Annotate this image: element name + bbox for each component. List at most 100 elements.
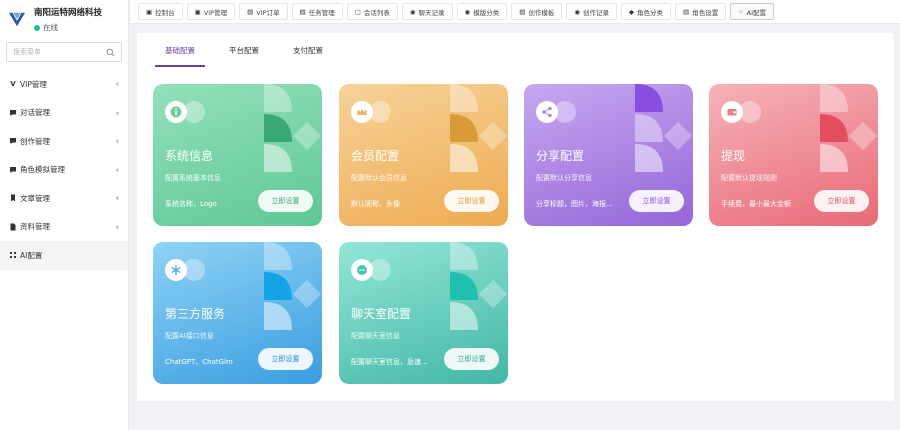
- sidebar-item-ai-config[interactable]: AI配置: [0, 241, 128, 270]
- card-description: 配置默认会员信息: [351, 174, 407, 182]
- card-description: 配置AI接口信息: [165, 332, 214, 340]
- icon-halo: [554, 101, 576, 123]
- icon-halo: [183, 259, 205, 281]
- tab-dashboard[interactable]: ▣ 控制台: [138, 3, 183, 20]
- setup-button[interactable]: 立即设置: [258, 190, 313, 212]
- search-icon[interactable]: [106, 48, 115, 57]
- settings-icon: ⁘: [738, 7, 744, 16]
- tab-creation-templates[interactable]: ▤ 创作模板: [511, 3, 563, 20]
- tab-label: 角色分类: [637, 8, 664, 17]
- chat-icon: [9, 137, 17, 145]
- sidebar-item-role[interactable]: 角色模拟管理 ‹: [0, 156, 128, 185]
- subtab-platform[interactable]: 平台配置: [219, 45, 269, 67]
- subtab-payment[interactable]: 支付配置: [283, 45, 333, 67]
- online-status: 在线: [34, 22, 102, 33]
- tab-role-categories[interactable]: ◆ 角色分类: [621, 3, 672, 20]
- card-detail: 默认昵称，头像: [351, 200, 400, 208]
- sidebar-item-vip[interactable]: V VIP管理 ‹: [0, 70, 128, 99]
- card-share-config: 分享配置 配置默认分享信息 分享标题，图片，海报... 立即设置: [524, 84, 693, 226]
- vip-icon: ▣: [194, 7, 201, 16]
- sidebar-item-label: 角色模拟管理: [20, 165, 65, 175]
- document-icon: ▢: [354, 7, 361, 16]
- sidebar-item-label: 文章管理: [20, 193, 50, 203]
- card-detail: ChatGPT、ChatGlm: [165, 358, 233, 366]
- icon-halo: [369, 101, 391, 123]
- card-title: 分享配置: [536, 149, 585, 163]
- sidebar: 南阳运特网络科技 在线 V VIP管理 ‹ 对话管理 ‹ 创作管理 ‹: [0, 0, 129, 430]
- online-status-label: 在线: [43, 23, 58, 32]
- sidebar-item-articles[interactable]: 文章管理 ‹: [0, 184, 128, 213]
- dashboard-icon: ▣: [146, 7, 153, 16]
- search-input[interactable]: [13, 48, 106, 56]
- card-detail: 手续费，最小最大金额: [721, 200, 791, 208]
- tab-ai-config[interactable]: ⁘ AI配置: [730, 3, 775, 20]
- tab-label: 模版分类: [473, 8, 500, 17]
- subtab-basic[interactable]: 基础配置: [155, 45, 205, 67]
- chat-icon: [9, 109, 17, 117]
- sidebar-item-materials[interactable]: 资料管理 ‹: [0, 213, 128, 242]
- card-title: 聊天室配置: [351, 307, 412, 321]
- config-subtabs: 基础配置 平台配置 支付配置: [155, 45, 347, 67]
- decoration-shapes: [264, 84, 322, 172]
- tab-label: 控制台: [155, 8, 175, 17]
- tag-icon: ◆: [629, 7, 635, 16]
- sidebar-item-creation[interactable]: 创作管理 ‹: [0, 127, 128, 156]
- document-icon: ▤: [683, 7, 690, 16]
- decoration-shapes: [450, 242, 508, 330]
- sidebar-item-label: 资料管理: [20, 222, 50, 232]
- icon-halo: [369, 259, 391, 281]
- tab-vip-orders[interactable]: ▤ VIP订单: [239, 3, 288, 20]
- tab-vip[interactable]: ▣ VIP管理: [186, 3, 236, 20]
- tab-creation-records[interactable]: ◉ 创作记录: [566, 3, 618, 20]
- chat-icon: ◉: [574, 7, 581, 16]
- settings-icon: [9, 251, 17, 259]
- chevron-left-icon: ‹: [115, 222, 119, 232]
- tab-template-categories[interactable]: ◉ 模版分类: [456, 3, 508, 20]
- card-title: 提现: [721, 149, 746, 163]
- card-member-config: 会员配置 配置默认会员信息 默认昵称，头像 立即设置: [339, 84, 508, 226]
- document-icon: ▤: [299, 7, 306, 16]
- chat-icon: ◉: [464, 7, 471, 16]
- tab-tasks[interactable]: ▤ 任务管理: [291, 3, 343, 20]
- tab-role-settings[interactable]: ▤ 角色设置: [675, 3, 727, 20]
- card-title: 系统信息: [165, 149, 214, 163]
- tab-label: VIP管理: [203, 8, 228, 17]
- brand-name: 南阳运特网络科技: [34, 8, 103, 18]
- tab-sessions[interactable]: ▢ 会话列表: [346, 3, 398, 20]
- tab-bar: ▣ 控制台 ▣ VIP管理 ▤ VIP订单 ▤ 任务管理 ▢ 会话列表 ◉ 聊天记录 ◉ 模版…: [130, 0, 900, 24]
- setup-button[interactable]: 立即设置: [444, 190, 499, 212]
- card-title: 会员配置: [351, 149, 400, 163]
- card-detail: 分享标题，图片，海报...: [536, 200, 613, 208]
- card-description: 配置聊天室信息: [351, 332, 400, 340]
- setup-button[interactable]: 立即设置: [258, 348, 313, 370]
- chevron-left-icon: ‹: [115, 108, 119, 118]
- document-icon: ▤: [247, 7, 254, 16]
- decoration-shapes: [635, 84, 693, 172]
- card-description: 配置系统基本信息: [165, 174, 221, 182]
- sidebar-item-label: AI配置: [20, 250, 43, 260]
- sidebar-item-chat[interactable]: 对话管理 ‹: [0, 99, 128, 128]
- logo-icon: [8, 12, 26, 27]
- setup-button[interactable]: 立即设置: [629, 190, 684, 212]
- tab-label: 会话列表: [363, 8, 390, 17]
- v-icon: V: [10, 80, 16, 89]
- brand: 南阳运特网络科技 在线: [0, 0, 128, 38]
- decoration-shapes: [264, 242, 322, 330]
- sidebar-item-label: 创作管理: [20, 136, 50, 146]
- tab-label: 创作模板: [528, 8, 555, 17]
- setup-button[interactable]: 立即设置: [814, 190, 869, 212]
- sidebar-item-label: 对话管理: [20, 108, 50, 118]
- document-icon: ▤: [519, 7, 526, 16]
- card-description: 配置默认提现规则: [721, 174, 777, 182]
- chat-icon: [9, 166, 17, 174]
- tab-label: VIP订单: [256, 8, 280, 17]
- card-chatroom-config: 聊天室配置 配置聊天室信息 配置聊天室信息，急速... 立即设置: [339, 242, 508, 384]
- menu-search[interactable]: [6, 42, 122, 62]
- tab-label: AI配置: [746, 8, 767, 17]
- setup-button[interactable]: 立即设置: [444, 348, 499, 370]
- chevron-left-icon: ‹: [115, 136, 119, 146]
- icon-halo: [739, 101, 761, 123]
- chevron-left-icon: ‹: [115, 193, 119, 203]
- tab-chat-records[interactable]: ◉ 聊天记录: [401, 3, 453, 20]
- chevron-left-icon: ‹: [115, 165, 119, 175]
